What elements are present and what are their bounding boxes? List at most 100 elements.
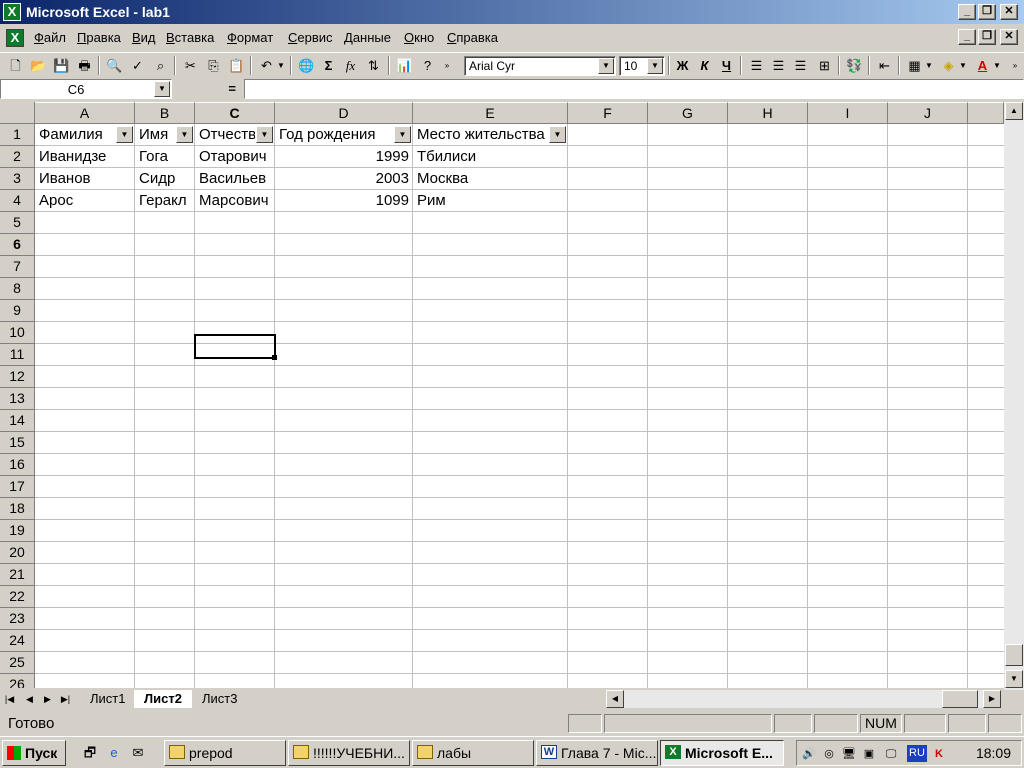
borders-dropdown-icon[interactable]: ▼	[924, 55, 934, 76]
task-uchebnik[interactable]: !!!!!!УЧЕБНИ...	[288, 740, 410, 766]
monitor-icon[interactable]: 🖵	[883, 746, 899, 762]
table-cell[interactable]: Васильев	[195, 168, 274, 189]
last-sheet-icon[interactable]: ▶|	[58, 691, 73, 708]
help-icon[interactable]: ?	[417, 55, 438, 76]
volume-icon[interactable]: 🔊	[801, 746, 817, 762]
column-header-g[interactable]: G	[648, 102, 728, 124]
new-file-icon[interactable]: 🗋	[5, 55, 26, 76]
column-header-b[interactable]: B	[135, 102, 195, 124]
row-header-10[interactable]: 10	[0, 322, 35, 344]
fill-color-icon[interactable]: ◈	[938, 55, 959, 76]
row-header-16[interactable]: 16	[0, 454, 35, 476]
equals-sign[interactable]: =	[174, 79, 242, 99]
row-header-20[interactable]: 20	[0, 542, 35, 564]
row-header-23[interactable]: 23	[0, 608, 35, 630]
column-header-f[interactable]: F	[568, 102, 648, 124]
row-header-25[interactable]: 25	[0, 652, 35, 674]
select-all-corner[interactable]	[0, 102, 35, 124]
row-header-11[interactable]: 11	[0, 344, 35, 366]
close-button[interactable]: ✕	[1000, 4, 1018, 20]
table-cell[interactable]: Сидр	[135, 168, 194, 189]
task-excel[interactable]: X Microsoft E...	[660, 740, 784, 766]
print-preview-icon[interactable]: 🔍	[104, 55, 125, 76]
autofilter-dropdown-icon[interactable]: ▼	[176, 126, 193, 143]
column-header-c[interactable]: C	[195, 102, 275, 124]
font-color-icon[interactable]: A	[972, 55, 993, 76]
fill-handle[interactable]	[272, 355, 277, 360]
menu-tools[interactable]: Сервис	[288, 30, 333, 46]
outlook-express-icon[interactable]: ✉	[130, 745, 146, 761]
menu-file[interactable]: Файл	[34, 30, 66, 46]
row-header-3[interactable]: 3	[0, 168, 35, 190]
table-cell[interactable]: Иванов	[35, 168, 134, 189]
menu-format[interactable]: Формат	[227, 30, 273, 46]
align-center-icon[interactable]: ☰	[768, 55, 789, 76]
underline-button[interactable]: Ч	[716, 55, 737, 76]
row-header-5[interactable]: 5	[0, 212, 35, 234]
table-header-cell[interactable]: Год рождения	[275, 124, 393, 145]
paste-icon[interactable]: 📋	[226, 55, 247, 76]
row-header-24[interactable]: 24	[0, 630, 35, 652]
row-header-19[interactable]: 19	[0, 520, 35, 542]
doc-close-button[interactable]: ✕	[1000, 29, 1018, 45]
row-header-12[interactable]: 12	[0, 366, 35, 388]
column-header-j[interactable]: J	[888, 102, 968, 124]
task-word-chapter7[interactable]: W Глава 7 - Mic...	[536, 740, 658, 766]
workbook-icon[interactable]: X	[6, 29, 24, 47]
column-header-i[interactable]: I	[808, 102, 888, 124]
scroll-left-icon[interactable]: ◀	[606, 690, 624, 708]
table-header-cell[interactable]: Имя	[135, 124, 175, 145]
sheet-tab-1[interactable]: Лист1	[80, 690, 135, 708]
row-header-13[interactable]: 13	[0, 388, 35, 410]
vertical-scroll-thumb[interactable]	[1005, 644, 1023, 666]
currency-icon[interactable]: 💱	[844, 55, 865, 76]
spelling-icon[interactable]: ✓	[127, 55, 148, 76]
row-header-1[interactable]: 1	[0, 124, 35, 146]
network-icon[interactable]: ◎	[821, 746, 837, 762]
formula-input[interactable]	[244, 79, 1024, 99]
table-cell[interactable]: 1999	[275, 146, 412, 167]
table-cell[interactable]: Тбилиси	[413, 146, 567, 167]
undo-icon[interactable]: ↶	[256, 55, 277, 76]
table-cell[interactable]: Геракл	[135, 190, 194, 211]
scroll-down-icon[interactable]: ▼	[1005, 670, 1023, 688]
print-icon[interactable]: 🖶	[74, 55, 95, 76]
chevron-down-icon[interactable]: ▼	[154, 81, 170, 97]
toolbar-more-icon[interactable]: »	[1008, 55, 1022, 76]
row-header-17[interactable]: 17	[0, 476, 35, 498]
fill-color-dropdown-icon[interactable]: ▼	[958, 55, 968, 76]
autofilter-dropdown-icon[interactable]: ▼	[256, 126, 273, 143]
row-header-6[interactable]: 6	[0, 234, 35, 256]
horizontal-scroll-thumb[interactable]	[942, 690, 978, 708]
toolbar-options-icon[interactable]: »	[440, 55, 454, 76]
worksheet-grid[interactable]: ABCDEFGHIJ 1 2 3 4 5 6 7 8 9 10 11 12 13 14 15 16 17 18 19…	[0, 102, 1004, 688]
row-header-21[interactable]: 21	[0, 564, 35, 586]
undo-dropdown-icon[interactable]: ▼	[276, 55, 286, 76]
row-header-2[interactable]: 2	[0, 146, 35, 168]
font-size-select[interactable]: 10 ▼	[619, 56, 665, 76]
row-header-4[interactable]: 4	[0, 190, 35, 212]
hardware-icon[interactable]: ▣	[861, 746, 877, 762]
menu-insert[interactable]: Вставка	[166, 30, 214, 46]
row-header-18[interactable]: 18	[0, 498, 35, 520]
autofilter-dropdown-icon[interactable]: ▼	[549, 126, 566, 143]
menu-window[interactable]: Окно	[404, 30, 434, 46]
table-cell[interactable]: Гога	[135, 146, 194, 167]
menu-data[interactable]: Данные	[344, 30, 391, 46]
menu-edit[interactable]: Правка	[77, 30, 121, 46]
row-header-7[interactable]: 7	[0, 256, 35, 278]
decrease-indent-icon[interactable]: ⇤	[874, 55, 895, 76]
autofilter-dropdown-icon[interactable]: ▼	[116, 126, 133, 143]
internet-explorer-icon[interactable]: e	[106, 745, 122, 761]
table-cell[interactable]: Москва	[413, 168, 567, 189]
vertical-scrollbar[interactable]: ▲ ▼	[1004, 102, 1024, 690]
table-cell[interactable]: Иванидзе	[35, 146, 134, 167]
copy-icon[interactable]: ⎘	[203, 55, 224, 76]
row-header-15[interactable]: 15	[0, 432, 35, 454]
display-icon[interactable]: 🖥	[841, 746, 857, 762]
doc-minimize-button[interactable]: _	[958, 29, 976, 45]
row-header-14[interactable]: 14	[0, 410, 35, 432]
row-header-8[interactable]: 8	[0, 278, 35, 300]
font-name-select[interactable]: Arial Cyr ▼	[464, 56, 616, 76]
table-cell[interactable]: 1099	[275, 190, 412, 211]
